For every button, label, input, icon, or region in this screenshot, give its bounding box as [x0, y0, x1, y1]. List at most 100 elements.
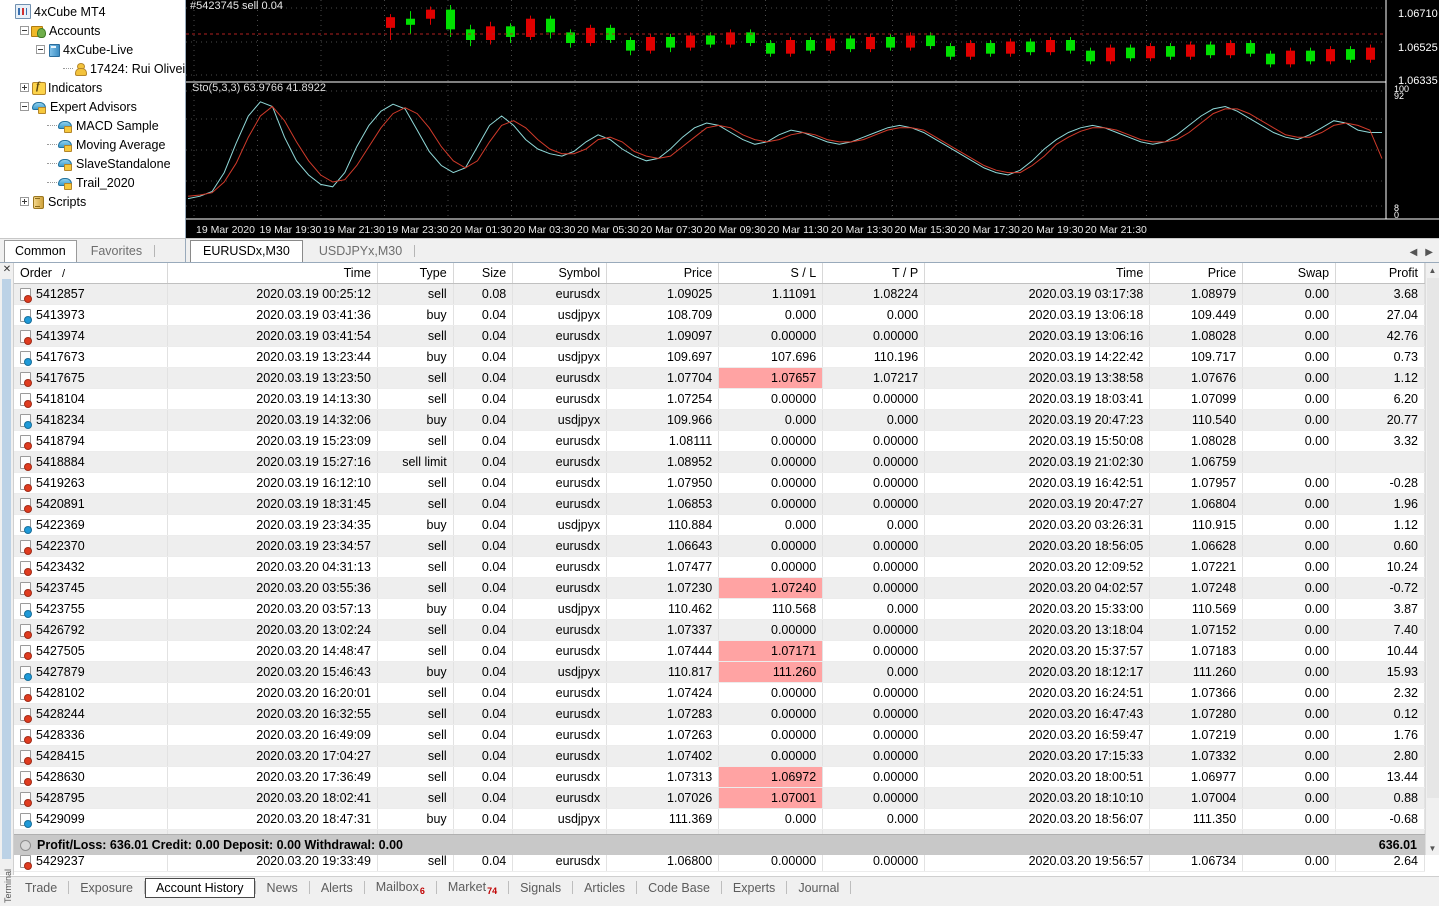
collapse-icon[interactable]: [36, 45, 45, 54]
table-row[interactable]: 5423745 2020.03.20 03:55:36 sell 0.04 eurusd…: [14, 577, 1425, 599]
table-row[interactable]: 5427505 2020.03.20 14:48:47 sell 0.04 eurusd…: [14, 640, 1425, 662]
cell-tp: 0.00000: [822, 556, 926, 578]
cell-close-price: 1.07676: [1149, 367, 1244, 389]
table-row[interactable]: 5420891 2020.03.19 18:31:45 sell 0.04 eurusd…: [14, 493, 1425, 515]
terminal-vertical-scrollbar[interactable]: ▲ ▼: [1425, 263, 1439, 855]
chart-tab-usdjpyx[interactable]: USDJPYx,M30: [307, 241, 414, 262]
column-header-s-l[interactable]: S / L: [718, 263, 824, 284]
cell-sl: 0.00000: [718, 682, 824, 704]
cell-order-value: 5428630: [36, 770, 85, 784]
column-header-symbol[interactable]: Symbol: [512, 263, 608, 284]
column-header-type[interactable]: Type: [377, 263, 454, 284]
tree-item-scripts[interactable]: Scripts: [4, 192, 185, 211]
tree-item-indicators[interactable]: Indicators: [4, 78, 185, 97]
table-row[interactable]: 5418794 2020.03.19 15:23:09 sell 0.04 eurusd…: [14, 430, 1425, 452]
column-header-time[interactable]: Time: [924, 263, 1151, 284]
navigator-panel[interactable]: 4xCube MT4 Accounts 4xCube-Live 17424: Rui …: [0, 0, 186, 238]
terminal-tab-trade[interactable]: Trade: [14, 879, 68, 897]
column-header-price[interactable]: Price: [606, 263, 720, 284]
table-row[interactable]: 5426792 2020.03.20 13:02:24 sell 0.04 eurusd…: [14, 619, 1425, 641]
table-header-row[interactable]: Order / Time Type Size Symbol Price S / L T / P T…: [14, 263, 1425, 284]
scroll-up-icon[interactable]: ▲: [1426, 263, 1439, 277]
tree-item-slavestandalone[interactable]: SlaveStandalone: [4, 154, 185, 173]
terminal-tab-market[interactable]: Market74: [437, 878, 508, 898]
table-body[interactable]: 5412857 2020.03.19 00:25:12 sell 0.08 eurusd…: [14, 283, 1425, 872]
chart-tab-eurusdx[interactable]: EURUSDx,M30: [190, 240, 303, 263]
tree-item-accounts[interactable]: Accounts: [4, 21, 185, 40]
table-row[interactable]: 5418884 2020.03.19 15:27:16 sell limit 0.04…: [14, 451, 1425, 473]
table-row[interactable]: 5423432 2020.03.20 04:31:13 sell 0.04 eurusd…: [14, 556, 1425, 578]
tree-item-17424-rui-oliveir[interactable]: 17424: Rui Oliveir: [4, 59, 185, 78]
expand-icon[interactable]: [20, 197, 29, 206]
terminal-tab-journal[interactable]: Journal: [787, 879, 850, 897]
table-row[interactable]: 5422370 2020.03.19 23:34:57 sell 0.04 eurusd…: [14, 535, 1425, 557]
navigator-tree[interactable]: 4xCube MT4 Accounts 4xCube-Live 17424: Rui …: [0, 0, 185, 211]
sort-ascending-icon[interactable]: /: [62, 268, 65, 280]
navigator-tab-bar[interactable]: Common Favorites: [0, 238, 186, 263]
navigator-tab-favorites[interactable]: Favorites: [80, 241, 153, 262]
terminal-tab-signals[interactable]: Signals: [509, 879, 572, 897]
close-icon[interactable]: ✕: [2, 265, 12, 275]
table-row[interactable]: 5417673 2020.03.19 13:23:44 buy 0.04 usdjpyx…: [14, 346, 1425, 368]
table-row[interactable]: 5413974 2020.03.19 03:41:54 sell 0.04 eurusd…: [14, 325, 1425, 347]
column-header-size[interactable]: Size: [453, 263, 514, 284]
tree-item-moving-average[interactable]: Moving Average: [4, 135, 185, 154]
terminal-tab-exposure[interactable]: Exposure: [69, 879, 144, 897]
terminal-tab-articles[interactable]: Articles: [573, 879, 636, 897]
cell-type: sell: [377, 430, 454, 452]
table-row[interactable]: 5419263 2020.03.19 16:12:10 sell 0.04 eurusd…: [14, 472, 1425, 494]
table-row[interactable]: 5418234 2020.03.19 14:32:06 buy 0.04 usdjpyx…: [14, 409, 1425, 431]
column-header-order[interactable]: Order /: [14, 263, 168, 284]
terminal-tab-news[interactable]: News: [256, 879, 309, 897]
terminal-tab-bar[interactable]: Terminal Trade Exposure Account History New…: [0, 869, 1439, 903]
table-row[interactable]: 5428795 2020.03.20 18:02:41 sell 0.04 eurusd…: [14, 787, 1425, 809]
terminal-tab-account-history[interactable]: Account History: [145, 877, 255, 898]
table-row[interactable]: 5428244 2020.03.20 16:32:55 sell 0.04 eurusd…: [14, 703, 1425, 725]
cell-order: 5418104: [14, 388, 168, 410]
scrollbar-thumb[interactable]: [1427, 278, 1439, 798]
terminal-tab-mailbox[interactable]: Mailbox6: [365, 878, 436, 898]
table-row[interactable]: 5412857 2020.03.19 00:25:12 sell 0.08 eurusd…: [14, 283, 1425, 305]
scroll-down-icon[interactable]: ▼: [1426, 841, 1439, 855]
cell-order-value: 5417675: [36, 371, 85, 385]
column-header-t-p[interactable]: T / P: [822, 263, 926, 284]
table-row[interactable]: 5429099 2020.03.20 18:47:31 buy 0.04 usdjpyx…: [14, 808, 1425, 830]
chart-tab-scroll-arrows[interactable]: ◀ ▶: [1410, 247, 1439, 262]
table-row[interactable]: 5428415 2020.03.20 17:04:27 sell 0.04 eurusd…: [14, 745, 1425, 767]
terminal-tab-label: Mailbox: [375, 879, 419, 894]
table-row[interactable]: 5417675 2020.03.19 13:23:50 sell 0.04 eurusd…: [14, 367, 1425, 389]
terminal-tab-alerts[interactable]: Alerts: [310, 879, 364, 897]
terminal-panel[interactable]: ✕ Order / Time Type Size Symbol Price S / L T / …: [0, 262, 1439, 898]
price-chart[interactable]: #5423745 sell 0.04 Sto(5,3,3) 63.9766 41…: [186, 0, 1439, 238]
column-header-price[interactable]: Price: [1149, 263, 1244, 284]
chevron-left-icon[interactable]: ◀: [1410, 247, 1418, 258]
account-history-table[interactable]: Order / Time Type Size Symbol Price S / L T / P T…: [14, 263, 1425, 872]
terminal-tab-experts[interactable]: Experts: [722, 879, 786, 897]
column-header-time[interactable]: Time: [167, 263, 378, 284]
chevron-right-icon[interactable]: ▶: [1425, 247, 1433, 258]
cell-open-price: 1.07337: [606, 619, 720, 641]
tree-item-4xcube-live[interactable]: 4xCube-Live: [4, 40, 185, 59]
table-row[interactable]: 5428102 2020.03.20 16:20:01 sell 0.04 eurusd…: [14, 682, 1425, 704]
buy-order-icon: [20, 813, 32, 828]
chart-tab-bar[interactable]: EURUSDx,M30 USDJPYx,M30 ◀ ▶: [186, 238, 1439, 263]
tree-item-trail-2020[interactable]: Trail_2020: [4, 173, 185, 192]
tree-item-4xcube-mt4[interactable]: 4xCube MT4: [4, 2, 185, 21]
table-row[interactable]: 5428630 2020.03.20 17:36:49 sell 0.04 eurusd…: [14, 766, 1425, 788]
tree-item-expert-advisors[interactable]: Expert Advisors: [4, 97, 185, 116]
column-header-swap[interactable]: Swap: [1242, 263, 1337, 284]
table-row[interactable]: 5422369 2020.03.19 23:34:35 buy 0.04 usdjpyx…: [14, 514, 1425, 536]
cell-size: 0.04: [453, 409, 514, 431]
collapse-icon[interactable]: [20, 26, 29, 35]
column-header-profit[interactable]: Profit: [1335, 263, 1425, 284]
table-row[interactable]: 5418104 2020.03.19 14:13:30 sell 0.04 eurusd…: [14, 388, 1425, 410]
table-row[interactable]: 5413973 2020.03.19 03:41:36 buy 0.04 usdjpyx…: [14, 304, 1425, 326]
collapse-icon[interactable]: [20, 102, 29, 111]
table-row[interactable]: 5423755 2020.03.20 03:57:13 buy 0.04 usdjpyx…: [14, 598, 1425, 620]
navigator-tab-common[interactable]: Common: [4, 240, 77, 263]
expand-icon[interactable]: [20, 83, 29, 92]
terminal-tab-code-base[interactable]: Code Base: [637, 879, 721, 897]
table-row[interactable]: 5428336 2020.03.20 16:49:09 sell 0.04 eurusd…: [14, 724, 1425, 746]
table-row[interactable]: 5427879 2020.03.20 15:46:43 buy 0.04 usdjpyx…: [14, 661, 1425, 683]
tree-item-macd-sample[interactable]: MACD Sample: [4, 116, 185, 135]
